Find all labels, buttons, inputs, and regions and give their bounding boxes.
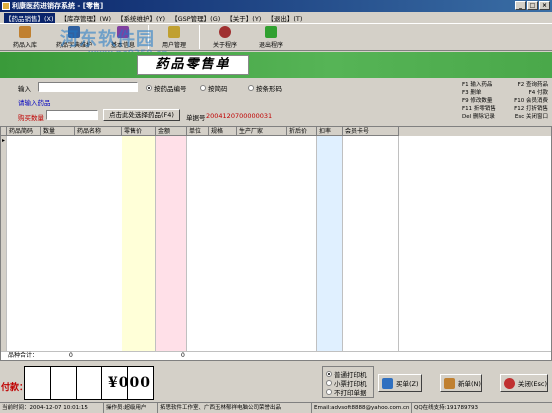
input-hint: 请输入药品 [18,99,51,107]
radio-dot [326,389,332,395]
drug-input[interactable] [38,82,138,92]
shortcut-item: Esc 关闭窗口 [514,114,548,120]
exit-icon [265,26,277,38]
toolbar-about-button[interactable]: 关于程序 [202,24,248,50]
radio-dot [326,380,332,386]
shortcut-item: F11 折零销售 [462,106,496,112]
menu-bar: 【药品销售】(X) 【库存管理】(W) 【系统维护】(Y) 【GSP管理】(G)… [0,12,552,23]
status-email: Email:advsoft8888@yahoo.com.cn [312,403,412,413]
page-title: 药品零售单 [137,55,249,75]
menu-inventory[interactable]: 【库存管理】(W) [61,13,112,23]
input-label: 输入 [18,85,31,93]
new-bill-button[interactable]: 新单(N) [440,374,482,392]
minimize-button[interactable]: _ [515,1,526,10]
toolbar-dictionary-button[interactable]: 药品字典维护 [48,24,100,50]
shortcut-item: Del 删除记录 [462,114,495,120]
app-icon [2,2,10,10]
toolbar-info-button[interactable]: 基本信息 [100,24,146,50]
row-pointer-icon: ▸ [2,137,6,144]
column-header[interactable]: 折后价 [287,127,317,136]
toolbar-user-button[interactable]: 用户管理 [151,24,197,50]
grid-col-bg [287,136,317,360]
status-qq: QQ在线支持:191789793 [414,405,479,411]
qty-label: 购买数量 [18,114,44,122]
menu-exit[interactable]: 【退出】(T) [267,13,302,23]
footer-amount: 0 [181,352,185,359]
bill-label: 单据号 [186,114,206,122]
bill-number: 2004120700000031 [206,112,273,120]
radio-dot [146,85,152,91]
select-drug-button[interactable]: 点击此处选择药品(F4) [103,109,180,121]
qty-input[interactable] [46,110,98,120]
grid-col-amount-bg [156,136,187,360]
menu-about[interactable]: 【关于】(Y) [226,13,261,23]
grid-footer: 品种合计： 0 0 [1,351,551,360]
amount-value: ¥000 [108,375,151,391]
print-options: 普通打印机 小票打印机 不打印单据 [322,366,374,398]
column-header[interactable]: 零售价 [122,127,156,136]
radio-dot [200,85,206,91]
column-header[interactable]: 生产厂家 [237,127,287,136]
toolbar-stock-in-button[interactable]: 药品入库 [2,24,48,50]
shortcut-item: F4 付款 [528,90,548,96]
shortcut-item: F3 删单 [462,90,482,96]
help-icon [219,26,231,38]
new-bill-icon [444,377,455,389]
sales-grid[interactable]: 药品简码 数量 药品名称 零售价 金额 单位 规格 生产厂家 折后价 扣率 会员… [0,126,552,361]
toolbar-separator [148,25,149,49]
column-header[interactable]: 扣率 [317,127,343,136]
grid-col-price-bg [122,136,156,360]
menu-system[interactable]: 【系统维护】(Y) [117,13,165,23]
stock-in-icon [19,26,31,38]
dictionary-icon [68,26,80,38]
maximize-button[interactable]: □ [527,1,538,10]
column-header[interactable]: 药品简码 [7,127,41,136]
shortcut-item: F1 输入药品 [462,82,493,88]
shortcut-legend: F1 输入药品 F2 查询药品 F3 删单 F4 付款 F9 修改数量 F10 会员消… [462,81,548,121]
close-icon [504,377,515,389]
shortcut-item: F9 修改数量 [462,98,493,104]
shortcut-item: F10 会员消费 [514,98,548,104]
status-time: 当前时间：2004-12-07 10:01:15 [0,403,104,413]
grid-col-discount-bg [317,136,343,360]
checkout-icon [382,377,393,389]
menu-sales[interactable]: 【药品销售】(X) [4,12,55,23]
column-header[interactable]: 单位 [187,127,209,136]
grid-indicator-col [1,136,7,360]
column-header[interactable]: 药品名称 [75,127,122,136]
radio-dot [248,85,254,91]
grid-col-bg [343,136,399,360]
status-operator: 操作员:超级用户 [104,403,158,413]
column-header[interactable]: 规格 [209,127,237,136]
column-header[interactable]: 金额 [156,127,187,136]
radio-dot [326,371,332,377]
radio-by-barcode[interactable]: 按条形码 [248,83,282,93]
shortcut-item: F12 打折销售 [514,106,548,112]
toolbar: 药品入库 药品字典维护 基本信息 用户管理 关于程序 退出程序 [0,23,552,51]
radio-by-code[interactable]: 按药品编号 [146,83,187,93]
checkout-button[interactable]: 买单(Z) [378,374,422,392]
column-header[interactable]: 会员卡号 [343,127,399,136]
grid-header: 药品简码 数量 药品名称 零售价 金额 单位 规格 生产厂家 折后价 扣率 会员… [1,127,551,136]
title-bar: 利康医药进销存系统 - [零售] _ □ × [0,0,552,12]
user-icon [168,26,180,38]
footer-qty: 0 [69,352,73,359]
status-company: 拓思软件工作室、广西玉林郁祥电脑公司荣誉出品 [158,403,312,413]
menu-gsp[interactable]: 【GSP管理】(G) [171,13,220,23]
banner: 药品零售单 [0,52,552,78]
toolbar-separator [199,25,200,49]
radio-by-shortcode[interactable]: 按简码 [200,83,228,93]
shortcut-item: F2 查询药品 [517,82,548,88]
footer-label: 品种合计： [8,352,39,359]
toolbar-exit-button[interactable]: 退出程序 [248,24,294,50]
payment-panel: 付款： ¥000 普通打印机 小票打印机 不打印单据 买单(Z) 新单(N) 关… [0,362,552,402]
radio-no-print[interactable]: 不打印单据 [326,387,367,397]
window-title: 利康医药进销存系统 - [零售] [12,2,104,10]
info-icon [117,26,129,38]
column-header[interactable]: 数量 [41,127,75,136]
close-button[interactable]: 关闭(Esc) [500,374,548,392]
status-bar: 当前时间：2004-12-07 10:01:15 操作员:超级用户 拓思软件工作… [0,402,552,413]
amount-display: ¥000 [24,366,154,400]
close-window-button[interactable]: × [539,1,550,10]
